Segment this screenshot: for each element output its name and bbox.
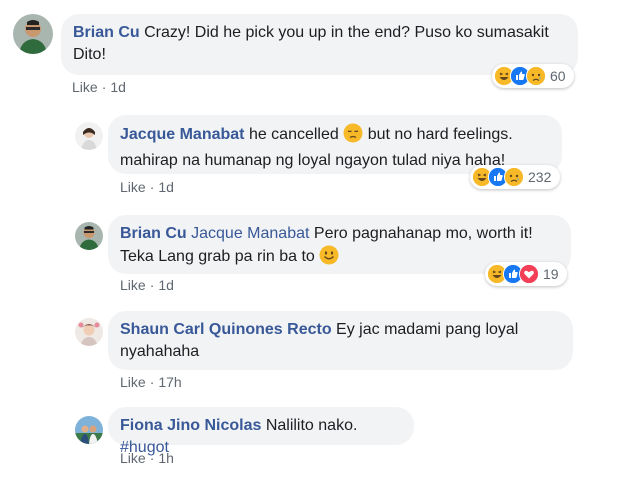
author-name[interactable]: Shaun Carl Quinones Recto	[120, 321, 332, 338]
reaction-summary[interactable]: 60	[492, 64, 574, 88]
like-link[interactable]: Like	[120, 277, 146, 293]
comment-actions: Like · 1d	[120, 277, 174, 293]
comment-actions: Like · 1d	[120, 179, 174, 195]
disappointed-emoji-icon	[343, 123, 363, 150]
reaction-count: 19	[543, 266, 559, 282]
comment-text: Pero pagnahanap mo, worth it!	[313, 225, 533, 242]
timestamp[interactable]: 1h	[158, 450, 174, 466]
reaction-summary[interactable]: 232	[470, 165, 560, 189]
avatar[interactable]	[13, 14, 53, 54]
comment-bubble: Shaun Carl Quinones Recto Ey jac madami …	[108, 311, 573, 370]
reaction-count: 60	[550, 68, 566, 84]
sad-icon	[504, 167, 524, 187]
reaction-count: 232	[528, 169, 552, 185]
smile-emoji-icon	[319, 245, 339, 272]
comment-actions: Like · 1d	[72, 79, 126, 95]
comment-text-line-2: nyahahaha	[120, 343, 200, 360]
avatar[interactable]	[75, 318, 103, 346]
avatar[interactable]	[75, 222, 103, 250]
like-link[interactable]: Like	[120, 450, 146, 466]
timestamp[interactable]: 1d	[158, 179, 174, 195]
comment-text-cont: but no hard feelings.	[367, 126, 513, 143]
separator-dot: ·	[149, 277, 155, 293]
comment-bubble: Fiona Jino Nicolas Nalilito nako. #hugot	[108, 407, 414, 456]
comment-text-line-2: Dito!	[73, 46, 106, 63]
timestamp[interactable]: 17h	[158, 374, 181, 390]
comment-actions: Like · 1h	[120, 450, 174, 466]
comment-actions: Like · 17h	[120, 374, 182, 390]
author-name[interactable]: Fiona Jino Nicolas	[120, 417, 261, 434]
mention-link[interactable]: Jacque Manabat	[191, 225, 309, 242]
timestamp[interactable]: 1d	[110, 79, 126, 95]
separator-dot: ·	[149, 450, 155, 466]
like-link[interactable]: Like	[72, 79, 98, 95]
comment-text: Nalilito nako.	[265, 417, 358, 434]
separator-dot: ·	[149, 179, 155, 195]
timestamp[interactable]: 1d	[158, 277, 174, 293]
love-icon	[519, 264, 539, 284]
comment-text: Crazy! Did he pick you up in the end? Pu…	[144, 24, 549, 41]
like-link[interactable]: Like	[120, 179, 146, 195]
reaction-summary[interactable]: 19	[485, 262, 567, 286]
separator-dot: ·	[101, 79, 107, 95]
like-link[interactable]: Like	[120, 374, 146, 390]
author-name[interactable]: Jacque Manabat	[120, 126, 244, 143]
author-name[interactable]: Brian Cu	[73, 24, 140, 41]
author-name[interactable]: Brian Cu	[120, 225, 187, 242]
comment-text-line-2: Teka Lang grab pa rin ba to	[120, 248, 315, 265]
comment-text: Ey jac madami pang loyal	[336, 321, 519, 338]
separator-dot: ·	[149, 374, 155, 390]
comment-text: he cancelled	[248, 126, 339, 143]
sad-icon	[526, 66, 546, 86]
comment-text-line-2: mahirap na humanap ng loyal ngayon tulad…	[120, 152, 506, 169]
avatar[interactable]	[75, 122, 103, 150]
avatar[interactable]	[75, 416, 103, 444]
